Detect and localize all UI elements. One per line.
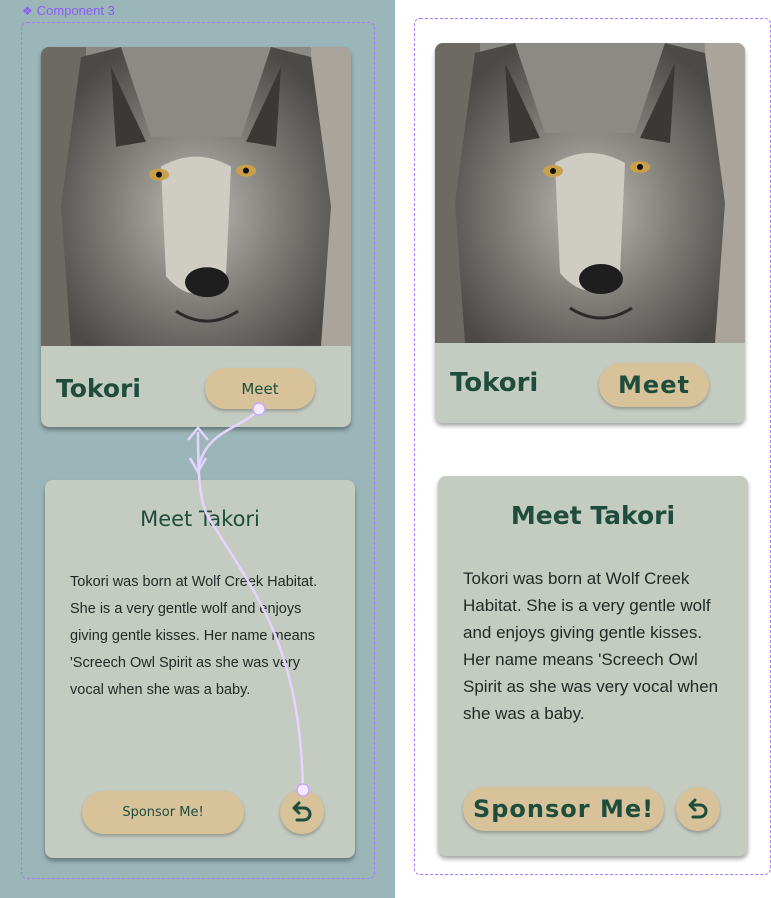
component-icon: ❖ [22,3,33,18]
back-button-preview[interactable] [676,787,720,831]
wolf-name-preview: Tokori [450,368,539,398]
prototype-canvas: ❖ Component 3 Tokori Meet Meet Takori To… [0,0,395,898]
meet-button-preview[interactable]: Meet [599,363,709,407]
undo-arrow-icon [688,798,708,819]
sponsor-button[interactable]: Sponsor Me! [82,791,244,834]
details-description-preview: Tokori was born at Wolf Creek Habitat. S… [463,569,719,723]
details-card-preview: Meet Takori Tokori was born at Wolf Cree… [438,476,748,856]
profile-card[interactable]: Tokori Meet [41,47,351,427]
details-title-preview: Meet Takori [510,501,676,530]
profile-card-preview[interactable]: Tokori Meet [435,43,745,423]
details-description: Tokori was born at Wolf Creek Habitat. S… [70,574,318,698]
details-title: Meet Takori [140,507,260,531]
details-card: Meet Takori Tokori was born at Wolf Cree… [45,480,355,858]
meet-button[interactable]: Meet [205,368,315,409]
wolf-photo [41,47,351,346]
back-button[interactable] [280,790,324,834]
component-label[interactable]: ❖ Component 3 [22,3,115,18]
component-name: Component 3 [36,3,115,18]
wolf-name: Tokori [56,374,141,403]
wolf-photo-preview [435,43,745,343]
sponsor-button-preview[interactable]: Sponsor Me! [463,787,664,831]
undo-arrow-icon [292,801,312,822]
